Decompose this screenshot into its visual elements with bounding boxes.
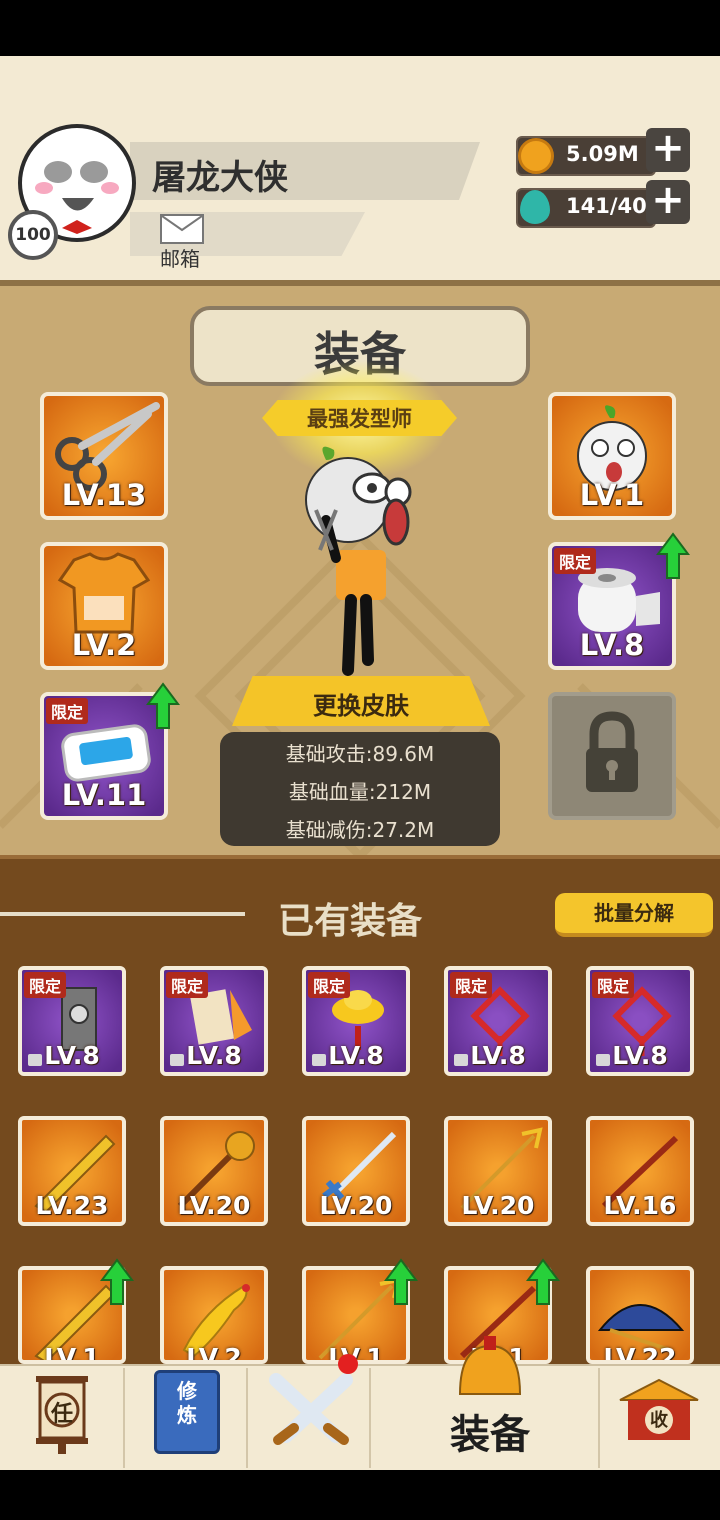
skin-title: 最强发型师 [307,407,412,431]
owned-item-level: LV.20 [319,1191,393,1220]
add-gems-button[interactable]: + [646,180,690,224]
nav-divider [123,1368,125,1468]
owned-item[interactable]: 限定 LV.8 [444,966,552,1076]
limited-tag: 限定 [450,972,493,998]
nav-collect-tab[interactable]: 收 [616,1376,702,1446]
owned-item-level: LV.20 [177,1191,251,1220]
slot-weapon-level: LV.13 [61,478,147,512]
owned-item-level: LV.8 [44,1041,100,1070]
owned-item-level: LV.22 [603,1343,677,1364]
status-bar [0,0,720,56]
nav-equipment-tab[interactable]: 装备 [430,1402,550,1460]
nav-cultivate-tab[interactable]: 修炼 [154,1370,220,1454]
gems-value: 141/40 [566,194,647,218]
owned-item[interactable]: 限定 LV.8 [302,966,410,1076]
owned-item-level: LV.16 [603,1191,677,1220]
slot-pet[interactable]: LV.1 [548,392,676,520]
system-bar [0,1470,720,1520]
nav-divider [369,1368,371,1468]
slot-clothes-level: LV.2 [71,628,137,662]
limited-tag: 限定 [554,548,597,574]
owned-item[interactable]: 限定 LV.8 [586,966,694,1076]
batch-decompose-button[interactable]: 批量分解 [555,893,713,937]
upgrade-arrow-icon [526,1258,560,1305]
owned-item[interactable]: LV.20 [444,1116,552,1226]
player-name: 屠龙大侠 [152,158,288,198]
slot-weapon[interactable]: LV.13 [40,392,168,520]
stat-damage-reduction: 基础减伤:27.2M [285,818,435,842]
player-level-badge: 100 [8,210,58,260]
owned-item[interactable]: LV.23 [18,1116,126,1226]
owned-item-level: LV.8 [470,1041,526,1070]
nav-divider [246,1368,248,1468]
upgrade-arrow-icon [656,532,690,579]
owned-title: 已有装备 [278,901,423,942]
limited-tag: 限定 [24,972,67,998]
limited-tag: 限定 [46,698,89,724]
add-coins-button[interactable]: + [646,128,690,172]
mail-icon[interactable] [160,214,204,244]
limited-tag: 限定 [308,972,351,998]
owned-item[interactable]: 限定 LV.8 [160,966,268,1076]
limited-tag: 限定 [592,972,635,998]
owned-item[interactable]: LV.20 [160,1116,268,1226]
nav-battle-tab[interactable] [266,1354,358,1454]
owned-item-level: LV.23 [35,1191,109,1220]
nav-collect-label: 收 [650,1410,668,1431]
nav-quest-label: 任 [50,1402,73,1427]
crossed-swords-icon [269,1373,353,1445]
upgrade-arrow-icon [384,1258,418,1305]
nav-divider [598,1368,600,1468]
upgrade-arrow-icon [146,682,180,729]
owned-item[interactable]: LV.2 [160,1266,268,1364]
owned-item[interactable]: LV.20 [302,1116,410,1226]
upgrade-arrow-icon [100,1258,134,1305]
nav-cultivate-label: 修炼 [177,1379,197,1427]
helmet-icon [450,1336,530,1396]
slot-locked[interactable] [548,692,676,820]
padlock-icon [586,711,638,792]
slot-accessory-level: LV.8 [579,628,645,662]
owned-item-level: LV.1 [44,1343,100,1364]
owned-item-level: LV.8 [612,1041,668,1070]
owned-item-level: LV.20 [461,1191,535,1220]
owned-item[interactable]: LV.22 [586,1266,694,1364]
bottom-nav [0,1364,720,1470]
mail-label[interactable]: 邮箱 [160,243,200,272]
owned-item[interactable]: LV.16 [586,1116,694,1226]
owned-item-level: LV.8 [328,1041,384,1070]
stat-attack: 基础攻击:89.6M [285,742,435,766]
slot-badge-level: LV.11 [61,778,147,812]
stat-health: 基础血量:212M [288,780,432,804]
coin-icon [518,138,554,174]
stats-box: 基础攻击:89.6M 基础血量:212M 基础减伤:27.2M [220,732,500,846]
section-divider [0,912,245,916]
limited-tag: 限定 [166,972,209,998]
owned-item-level: LV.2 [186,1343,242,1364]
character-icon[interactable] [296,440,426,680]
nav-quest-tab[interactable]: 任 [22,1370,102,1454]
change-skin-label[interactable]: 更换皮肤 [232,686,490,721]
coins-value: 5.09M [566,142,639,166]
gem-icon [520,190,550,224]
slot-clothes[interactable]: LV.2 [40,542,168,670]
owned-item-level: LV.8 [186,1041,242,1070]
owned-item[interactable]: 限定 LV.8 [18,966,126,1076]
notification-dot [338,1354,358,1374]
slot-pet-level: LV.1 [579,478,645,512]
